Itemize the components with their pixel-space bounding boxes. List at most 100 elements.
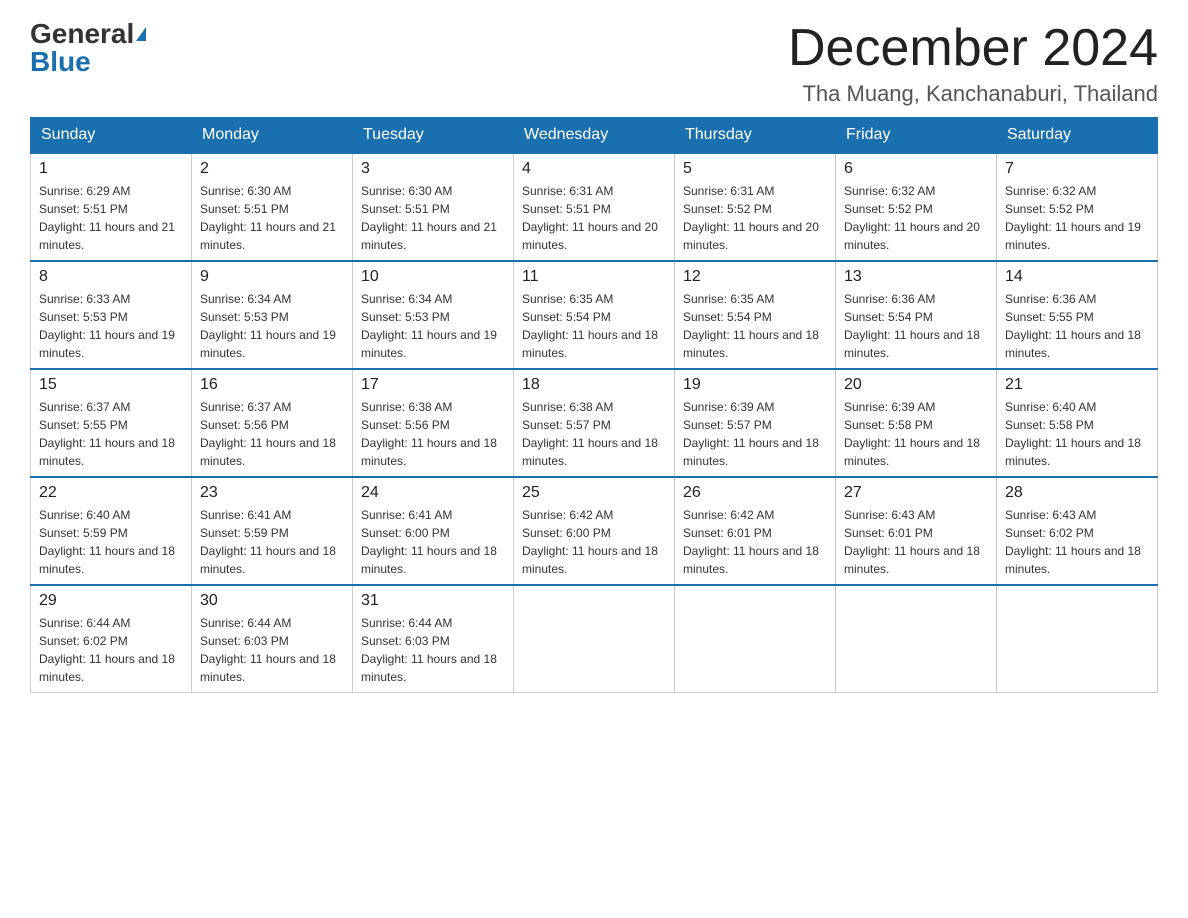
location-subtitle: Tha Muang, Kanchanaburi, Thailand bbox=[788, 81, 1158, 107]
calendar-day-header: Friday bbox=[836, 118, 997, 154]
day-number: 22 bbox=[39, 484, 183, 502]
calendar-day-header: Sunday bbox=[31, 118, 192, 154]
day-number: 7 bbox=[1005, 160, 1149, 178]
calendar-day-cell: 11 Sunrise: 6:35 AM Sunset: 5:54 PM Dayl… bbox=[514, 261, 675, 369]
day-info: Sunrise: 6:30 AM Sunset: 5:51 PM Dayligh… bbox=[361, 182, 505, 254]
calendar-day-cell: 31 Sunrise: 6:44 AM Sunset: 6:03 PM Dayl… bbox=[353, 585, 514, 693]
calendar-day-header: Monday bbox=[192, 118, 353, 154]
calendar-day-cell bbox=[836, 585, 997, 693]
calendar-day-cell: 25 Sunrise: 6:42 AM Sunset: 6:00 PM Dayl… bbox=[514, 477, 675, 585]
calendar-day-cell: 22 Sunrise: 6:40 AM Sunset: 5:59 PM Dayl… bbox=[31, 477, 192, 585]
calendar-day-cell: 4 Sunrise: 6:31 AM Sunset: 5:51 PM Dayli… bbox=[514, 153, 675, 261]
calendar-day-header: Tuesday bbox=[353, 118, 514, 154]
calendar-day-header: Saturday bbox=[997, 118, 1158, 154]
day-info: Sunrise: 6:35 AM Sunset: 5:54 PM Dayligh… bbox=[683, 290, 827, 362]
day-number: 12 bbox=[683, 268, 827, 286]
calendar-day-cell: 29 Sunrise: 6:44 AM Sunset: 6:02 PM Dayl… bbox=[31, 585, 192, 693]
logo-general-text: General bbox=[30, 20, 134, 48]
day-number: 18 bbox=[522, 376, 666, 394]
day-info: Sunrise: 6:32 AM Sunset: 5:52 PM Dayligh… bbox=[844, 182, 988, 254]
day-info: Sunrise: 6:37 AM Sunset: 5:56 PM Dayligh… bbox=[200, 398, 344, 470]
day-number: 30 bbox=[200, 592, 344, 610]
calendar-day-header: Wednesday bbox=[514, 118, 675, 154]
month-title: December 2024 bbox=[788, 20, 1158, 77]
day-number: 25 bbox=[522, 484, 666, 502]
calendar-week-row: 8 Sunrise: 6:33 AM Sunset: 5:53 PM Dayli… bbox=[31, 261, 1158, 369]
day-info: Sunrise: 6:39 AM Sunset: 5:57 PM Dayligh… bbox=[683, 398, 827, 470]
day-info: Sunrise: 6:41 AM Sunset: 6:00 PM Dayligh… bbox=[361, 506, 505, 578]
day-number: 23 bbox=[200, 484, 344, 502]
day-number: 13 bbox=[844, 268, 988, 286]
calendar-week-row: 1 Sunrise: 6:29 AM Sunset: 5:51 PM Dayli… bbox=[31, 153, 1158, 261]
calendar-day-cell: 2 Sunrise: 6:30 AM Sunset: 5:51 PM Dayli… bbox=[192, 153, 353, 261]
calendar-day-cell: 23 Sunrise: 6:41 AM Sunset: 5:59 PM Dayl… bbox=[192, 477, 353, 585]
calendar-day-cell: 21 Sunrise: 6:40 AM Sunset: 5:58 PM Dayl… bbox=[997, 369, 1158, 477]
calendar-table: SundayMondayTuesdayWednesdayThursdayFrid… bbox=[30, 117, 1158, 693]
day-number: 21 bbox=[1005, 376, 1149, 394]
day-info: Sunrise: 6:38 AM Sunset: 5:57 PM Dayligh… bbox=[522, 398, 666, 470]
day-number: 5 bbox=[683, 160, 827, 178]
day-number: 24 bbox=[361, 484, 505, 502]
calendar-week-row: 22 Sunrise: 6:40 AM Sunset: 5:59 PM Dayl… bbox=[31, 477, 1158, 585]
calendar-day-cell: 17 Sunrise: 6:38 AM Sunset: 5:56 PM Dayl… bbox=[353, 369, 514, 477]
day-info: Sunrise: 6:44 AM Sunset: 6:02 PM Dayligh… bbox=[39, 614, 183, 686]
calendar-day-cell: 9 Sunrise: 6:34 AM Sunset: 5:53 PM Dayli… bbox=[192, 261, 353, 369]
day-number: 31 bbox=[361, 592, 505, 610]
calendar-day-cell: 19 Sunrise: 6:39 AM Sunset: 5:57 PM Dayl… bbox=[675, 369, 836, 477]
day-info: Sunrise: 6:37 AM Sunset: 5:55 PM Dayligh… bbox=[39, 398, 183, 470]
calendar-day-cell: 15 Sunrise: 6:37 AM Sunset: 5:55 PM Dayl… bbox=[31, 369, 192, 477]
day-info: Sunrise: 6:43 AM Sunset: 6:01 PM Dayligh… bbox=[844, 506, 988, 578]
calendar-day-cell: 8 Sunrise: 6:33 AM Sunset: 5:53 PM Dayli… bbox=[31, 261, 192, 369]
day-number: 8 bbox=[39, 268, 183, 286]
calendar-header-row: SundayMondayTuesdayWednesdayThursdayFrid… bbox=[31, 118, 1158, 154]
day-info: Sunrise: 6:34 AM Sunset: 5:53 PM Dayligh… bbox=[200, 290, 344, 362]
day-number: 6 bbox=[844, 160, 988, 178]
calendar-day-cell: 24 Sunrise: 6:41 AM Sunset: 6:00 PM Dayl… bbox=[353, 477, 514, 585]
calendar-day-cell: 14 Sunrise: 6:36 AM Sunset: 5:55 PM Dayl… bbox=[997, 261, 1158, 369]
calendar-day-cell: 5 Sunrise: 6:31 AM Sunset: 5:52 PM Dayli… bbox=[675, 153, 836, 261]
calendar-day-cell: 20 Sunrise: 6:39 AM Sunset: 5:58 PM Dayl… bbox=[836, 369, 997, 477]
day-info: Sunrise: 6:34 AM Sunset: 5:53 PM Dayligh… bbox=[361, 290, 505, 362]
title-section: December 2024 Tha Muang, Kanchanaburi, T… bbox=[788, 20, 1158, 107]
day-number: 4 bbox=[522, 160, 666, 178]
day-number: 9 bbox=[200, 268, 344, 286]
calendar-day-cell bbox=[997, 585, 1158, 693]
calendar-day-cell: 6 Sunrise: 6:32 AM Sunset: 5:52 PM Dayli… bbox=[836, 153, 997, 261]
calendar-day-cell: 3 Sunrise: 6:30 AM Sunset: 5:51 PM Dayli… bbox=[353, 153, 514, 261]
day-info: Sunrise: 6:29 AM Sunset: 5:51 PM Dayligh… bbox=[39, 182, 183, 254]
day-number: 10 bbox=[361, 268, 505, 286]
logo-blue-text: Blue bbox=[30, 48, 91, 76]
calendar-week-row: 29 Sunrise: 6:44 AM Sunset: 6:02 PM Dayl… bbox=[31, 585, 1158, 693]
day-number: 28 bbox=[1005, 484, 1149, 502]
logo-triangle-icon bbox=[136, 27, 146, 41]
day-number: 3 bbox=[361, 160, 505, 178]
day-info: Sunrise: 6:38 AM Sunset: 5:56 PM Dayligh… bbox=[361, 398, 505, 470]
calendar-day-cell: 18 Sunrise: 6:38 AM Sunset: 5:57 PM Dayl… bbox=[514, 369, 675, 477]
calendar-day-cell: 27 Sunrise: 6:43 AM Sunset: 6:01 PM Dayl… bbox=[836, 477, 997, 585]
day-number: 14 bbox=[1005, 268, 1149, 286]
calendar-day-cell: 10 Sunrise: 6:34 AM Sunset: 5:53 PM Dayl… bbox=[353, 261, 514, 369]
day-number: 1 bbox=[39, 160, 183, 178]
day-info: Sunrise: 6:43 AM Sunset: 6:02 PM Dayligh… bbox=[1005, 506, 1149, 578]
calendar-day-cell: 28 Sunrise: 6:43 AM Sunset: 6:02 PM Dayl… bbox=[997, 477, 1158, 585]
day-info: Sunrise: 6:42 AM Sunset: 6:01 PM Dayligh… bbox=[683, 506, 827, 578]
day-info: Sunrise: 6:31 AM Sunset: 5:51 PM Dayligh… bbox=[522, 182, 666, 254]
logo: General Blue bbox=[30, 20, 146, 76]
day-info: Sunrise: 6:40 AM Sunset: 5:58 PM Dayligh… bbox=[1005, 398, 1149, 470]
calendar-day-cell: 1 Sunrise: 6:29 AM Sunset: 5:51 PM Dayli… bbox=[31, 153, 192, 261]
calendar-day-cell: 16 Sunrise: 6:37 AM Sunset: 5:56 PM Dayl… bbox=[192, 369, 353, 477]
day-number: 19 bbox=[683, 376, 827, 394]
calendar-day-cell: 30 Sunrise: 6:44 AM Sunset: 6:03 PM Dayl… bbox=[192, 585, 353, 693]
day-info: Sunrise: 6:35 AM Sunset: 5:54 PM Dayligh… bbox=[522, 290, 666, 362]
calendar-day-cell: 7 Sunrise: 6:32 AM Sunset: 5:52 PM Dayli… bbox=[997, 153, 1158, 261]
day-number: 27 bbox=[844, 484, 988, 502]
day-number: 16 bbox=[200, 376, 344, 394]
day-info: Sunrise: 6:44 AM Sunset: 6:03 PM Dayligh… bbox=[361, 614, 505, 686]
day-info: Sunrise: 6:40 AM Sunset: 5:59 PM Dayligh… bbox=[39, 506, 183, 578]
day-info: Sunrise: 6:41 AM Sunset: 5:59 PM Dayligh… bbox=[200, 506, 344, 578]
calendar-day-cell: 26 Sunrise: 6:42 AM Sunset: 6:01 PM Dayl… bbox=[675, 477, 836, 585]
calendar-day-cell bbox=[675, 585, 836, 693]
day-info: Sunrise: 6:32 AM Sunset: 5:52 PM Dayligh… bbox=[1005, 182, 1149, 254]
calendar-week-row: 15 Sunrise: 6:37 AM Sunset: 5:55 PM Dayl… bbox=[31, 369, 1158, 477]
calendar-day-cell bbox=[514, 585, 675, 693]
